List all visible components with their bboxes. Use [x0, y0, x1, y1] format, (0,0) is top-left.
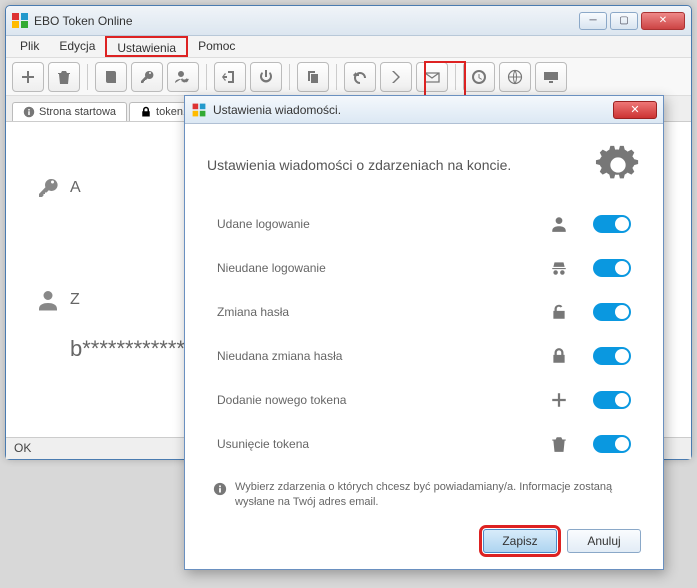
lock-icon	[140, 106, 152, 118]
tool-globe[interactable]	[499, 62, 531, 92]
toggle-password-change[interactable]	[593, 303, 631, 321]
save-button[interactable]: Zapisz	[483, 529, 557, 553]
option-login-fail: Nieudane logowanie	[217, 246, 631, 290]
gears-icon	[595, 142, 641, 188]
dialog-titlebar: Ustawienia wiadomości. ✕	[185, 96, 663, 124]
dialog-footer: Zapisz Anuluj	[185, 515, 663, 553]
menu-ustawienia[interactable]: Ustawienia	[105, 36, 188, 57]
tool-power[interactable]	[250, 62, 282, 92]
close-button[interactable]: ✕	[641, 12, 685, 30]
toggle-token-delete[interactable]	[593, 435, 631, 453]
menubar: Plik Edycja Ustawienia Pomoc	[6, 36, 691, 58]
spy-icon	[547, 259, 571, 277]
toggle-password-change-fail[interactable]	[593, 347, 631, 365]
tool-undo[interactable]	[344, 62, 376, 92]
maximize-button[interactable]: ▢	[610, 12, 638, 30]
tool-logout[interactable]	[214, 62, 246, 92]
dialog-app-icon	[193, 103, 206, 116]
menu-plik[interactable]: Plik	[10, 36, 49, 57]
tool-more[interactable]	[380, 62, 412, 92]
minimize-button[interactable]: ─	[579, 12, 607, 30]
app-icon	[12, 13, 28, 29]
menu-edycja[interactable]: Edycja	[49, 36, 105, 57]
dialog-info: Wybierz zdarzenia o których chcesz być p…	[185, 470, 663, 515]
toggle-token-add[interactable]	[593, 391, 631, 409]
info-icon	[23, 106, 35, 118]
option-password-change-fail: Nieudana zmiana hasła	[217, 334, 631, 378]
tool-copy[interactable]	[297, 62, 329, 92]
dialog-body: Udane logowanie Nieudane logowanie Zmian…	[185, 198, 663, 470]
tool-user-settings[interactable]	[167, 62, 199, 92]
toggle-login-fail[interactable]	[593, 259, 631, 277]
titlebar: EBO Token Online ─ ▢ ✕	[6, 6, 691, 36]
option-token-add: Dodanie nowego tokena	[217, 378, 631, 422]
lock-icon	[547, 347, 571, 365]
tab-start-page[interactable]: Strona startowa	[12, 102, 127, 121]
key-icon	[36, 176, 60, 200]
tool-history[interactable]	[463, 62, 495, 92]
toggle-login-success[interactable]	[593, 215, 631, 233]
window-title: EBO Token Online	[34, 14, 579, 28]
menu-pomoc[interactable]: Pomoc	[188, 36, 245, 57]
dialog-heading: Ustawienia wiadomości o zdarzeniach na k…	[207, 157, 585, 173]
dialog-title: Ustawienia wiadomości.	[213, 103, 613, 117]
tool-add[interactable]	[12, 62, 44, 92]
cancel-button[interactable]: Anuluj	[567, 529, 641, 553]
option-token-delete: Usunięcie tokena	[217, 422, 631, 466]
user-icon	[547, 215, 571, 233]
toolbar	[6, 58, 691, 96]
user-icon	[36, 288, 60, 312]
trash-icon	[547, 435, 571, 453]
unlock-icon	[547, 303, 571, 321]
option-login-success: Udane logowanie	[217, 202, 631, 246]
info-icon	[213, 482, 227, 496]
tool-messages[interactable]	[416, 62, 448, 92]
tool-delete[interactable]	[48, 62, 80, 92]
tool-book[interactable]	[95, 62, 127, 92]
dialog-close-button[interactable]: ✕	[613, 101, 657, 119]
option-password-change: Zmiana hasła	[217, 290, 631, 334]
settings-dialog: Ustawienia wiadomości. ✕ Ustawienia wiad…	[184, 95, 664, 570]
tool-key[interactable]	[131, 62, 163, 92]
plus-icon	[547, 391, 571, 409]
tool-display[interactable]	[535, 62, 567, 92]
